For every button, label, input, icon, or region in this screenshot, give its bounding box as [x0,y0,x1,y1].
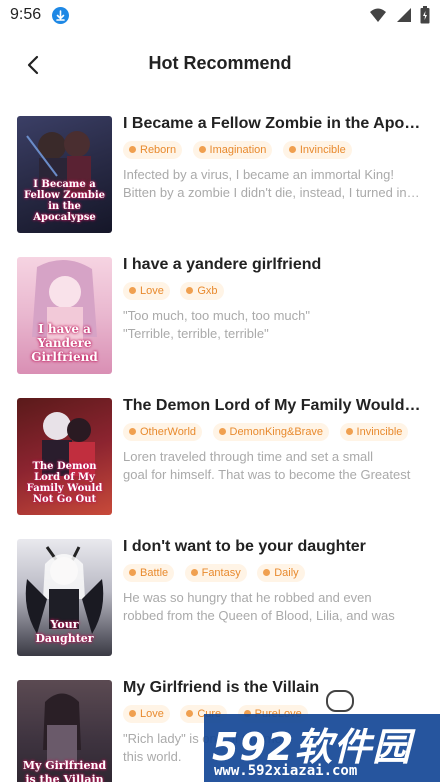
description-line: "Too much, too much, too much" [123,308,310,323]
book-title: I don't want to be your daughter [123,538,366,555]
book-cover[interactable]: Your Daughter [17,539,112,656]
battery-icon [420,6,430,24]
cover-title: I have a Yandere Girlfriend [31,322,98,364]
system-icons [365,6,430,26]
tag-label: Love [140,708,164,720]
tag-label: Invincible [299,144,346,156]
cover-title: The Demon Lord of My Family Would Not Go… [26,461,103,505]
tag[interactable]: Daily [257,564,305,582]
tag-list: Love Gxb [123,281,230,301]
status-time: 9:56 [10,6,42,23]
tag-list: Reborn Imagination Invincible [123,140,358,160]
book-description: He was so hungry that he robbed and even… [123,589,423,625]
book-card[interactable]: The Demon Lord of My Family Would Not Go… [0,386,440,527]
tag-label: Imagination [209,144,267,156]
tag-dot-icon [129,428,136,435]
book-title: The Demon Lord of My Family Would Not Go… [123,397,423,414]
book-cover[interactable]: I Became a Fellow Zombie in the Apocalyp… [17,116,112,233]
tag-dot-icon [129,287,136,294]
tag-label: Fantasy [201,567,241,579]
tag-dot-icon [129,146,136,153]
description-line: Bitten by a zombie I didn't die, instead… [123,185,423,200]
watermark-url: www.592xiazai.com [214,763,358,779]
download-icon [52,7,69,24]
tag-dot-icon [288,146,296,153]
tag[interactable]: OtherWorld [123,423,203,441]
tag-dot-icon [186,287,194,294]
description-line: Loren traveled through time and set a sm… [123,449,374,464]
cover-title: My Girlfriend is the Villain [22,759,107,782]
tag[interactable]: Invincible [339,423,409,441]
description-line: He was so hungry that he robbed and even [123,590,372,605]
tag-label: Love [140,285,164,297]
signal-icon [396,8,411,22]
book-cover[interactable]: My Girlfriend is the Villain [17,680,112,782]
tag[interactable]: Love [123,282,170,300]
tag-label: Invincible [356,426,403,438]
book-card[interactable]: Your Daughter I don't want to be your da… [0,527,440,668]
tag-dot-icon [129,569,136,576]
tag-list: OtherWorld DemonKing&Brave Invincible [123,422,414,442]
tag-dot-icon [218,428,226,435]
tag[interactable]: Imagination [192,141,273,159]
tag-dot-icon [190,569,198,576]
page-title: Hot Recommend [148,53,292,73]
tag-dot-icon [263,569,271,576]
tag-label: Reborn [140,144,177,156]
tag-dot-icon [186,710,194,717]
cover-title: Your Daughter [35,618,94,645]
tag-dot-icon [129,710,136,717]
tag[interactable]: Love [123,705,170,723]
tag-label: OtherWorld [140,426,197,438]
tag-label: Battle [140,567,169,579]
status-bar: 9:56 [0,0,440,32]
book-title: I have a yandere girlfriend [123,256,322,273]
tag-dot-icon [198,146,206,153]
tag-dot-icon [345,428,353,435]
book-description: Loren traveled through time and set a sm… [123,448,423,484]
book-cover[interactable]: The Demon Lord of My Family Would Not Go… [17,398,112,515]
app-bar: Hot Recommend [0,40,440,88]
description-line: Infected by a virus, I became an immorta… [123,167,394,182]
book-cover[interactable]: I have a Yandere Girlfriend [17,257,112,374]
book-title: I Became a Fellow Zombie in the Apocalyp… [123,115,423,132]
description-line: goal for himself. That was to become the… [123,467,411,482]
tag[interactable]: DemonKing&Brave [212,423,330,441]
gamepad-icon [326,690,354,712]
tag-label: Gxb [197,285,218,297]
tag-label: Daily [274,567,299,579]
book-description: "Too much, too much, too much" "Terrible… [123,307,423,343]
wifi-icon [370,8,387,22]
tag[interactable]: Battle [123,564,175,582]
tag[interactable]: Fantasy [184,564,247,582]
tag[interactable]: Invincible [282,141,352,159]
watermark: 592软件园 www.592xiazai.com [204,714,440,782]
book-description: Infected by a virus, I became an immorta… [123,166,423,202]
cover-title: I Became a Fellow Zombie in the Apocalyp… [24,179,105,223]
book-card[interactable]: I Became a Fellow Zombie in the Apocalyp… [0,104,440,245]
description-line: robbed from the Queen of Blood, Lilia, a… [123,608,395,623]
book-title: My Girlfriend is the Villain [123,679,320,696]
tag-label: DemonKing&Brave [229,426,324,438]
description-line: "Terrible, terrible, terrible" [123,326,269,341]
tag[interactable]: Reborn [123,141,183,159]
tag[interactable]: Gxb [180,282,224,300]
tag-list: Battle Fantasy Daily [123,563,311,583]
book-list: I Became a Fellow Zombie in the Apocalyp… [0,104,440,782]
book-card[interactable]: I have a Yandere Girlfriend I have a yan… [0,245,440,386]
